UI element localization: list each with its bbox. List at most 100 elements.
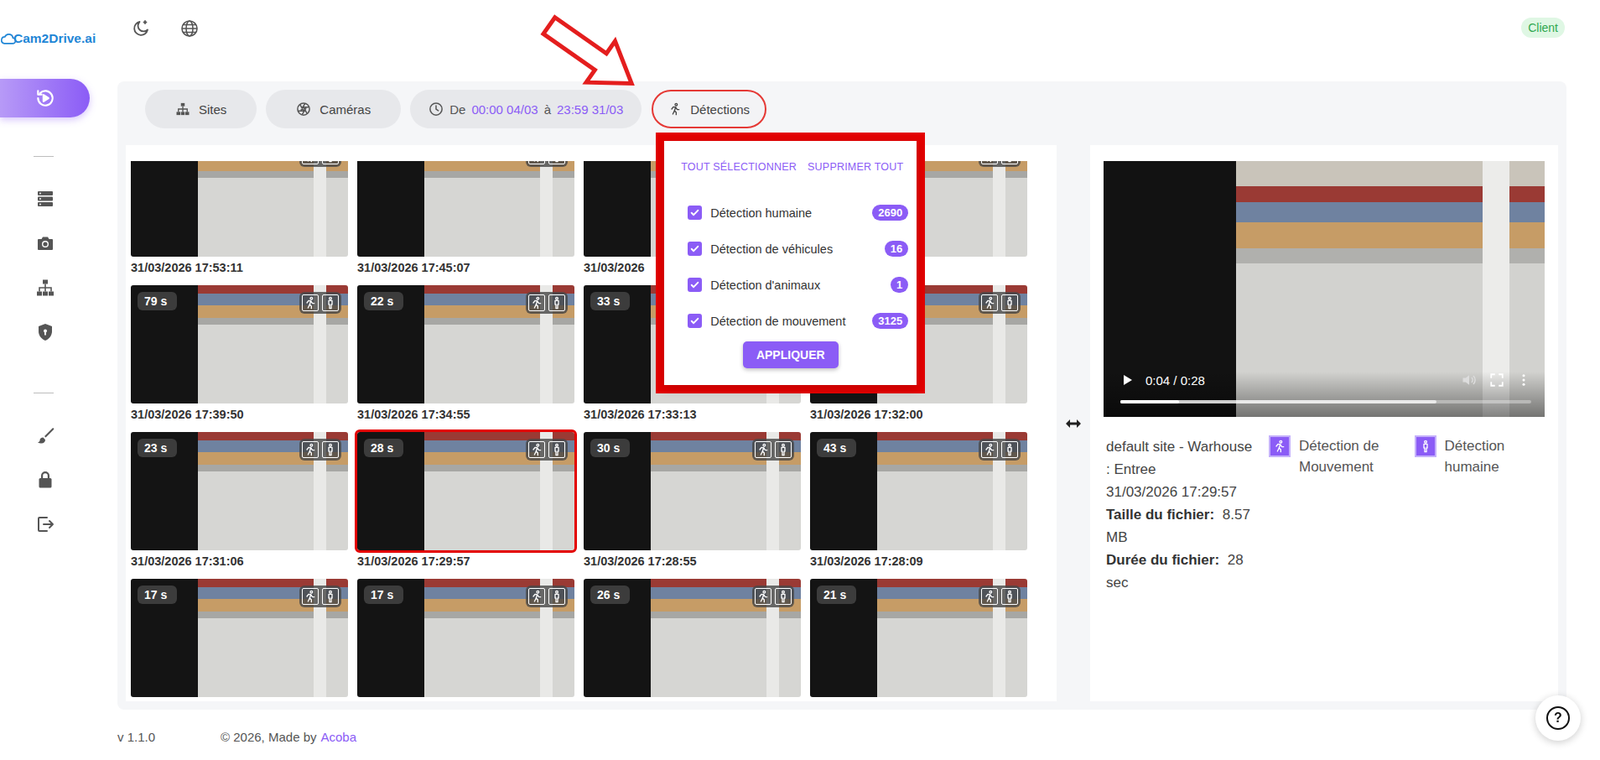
logo[interactable]: Cam2Drive.ai — [0, 20, 118, 47]
more-icon[interactable] — [1516, 372, 1532, 388]
detection-option[interactable]: Détection de véhicules 16 — [687, 230, 909, 267]
human-tag — [1001, 587, 1019, 605]
cameras-filter[interactable]: Caméras — [265, 89, 401, 129]
video-thumbnail[interactable]: 26 s — [583, 578, 801, 697]
detection-icons — [525, 585, 568, 608]
video-thumbnail[interactable]: 21 s — [810, 578, 1028, 697]
checkbox[interactable] — [687, 313, 702, 328]
running-person-icon — [756, 589, 770, 603]
info-column: default site - Warhouse : Entree 31/03/2… — [1106, 435, 1254, 594]
sidebar-item[interactable] — [0, 78, 90, 118]
recording-tile[interactable]: 31/03/2026 17:53:11 — [130, 161, 349, 286]
video-thumbnail[interactable]: 79 s — [130, 285, 349, 404]
clear-all-button[interactable]: SUPPRIMER TOUT — [807, 161, 904, 173]
recording-tile[interactable]: 23 s 31/03/2026 17:31:06 — [130, 431, 349, 579]
motion-tag — [528, 441, 546, 458]
duration-badge: 33 s — [590, 291, 630, 311]
checkbox[interactable] — [687, 205, 702, 220]
detail-panel: 0:04 / 0:28 default site - Warhouse : En… — [1090, 145, 1559, 702]
recording-tile[interactable]: 30 s 31/03/2026 17:28:55 — [583, 431, 801, 579]
progress-played — [1120, 400, 1180, 404]
recording-time — [357, 696, 575, 699]
player-controls: 0:04 / 0:28 — [1103, 371, 1545, 417]
field-label: Durée du fichier: — [1106, 551, 1220, 568]
video-thumbnail[interactable] — [130, 161, 349, 257]
recording-tile[interactable]: 28 s 31/03/2026 17:29:57 — [357, 431, 575, 579]
recording-time: 31/03/2026 17:31:06 — [130, 550, 349, 579]
detections-menu-highlight: TOUT SÉLECTIONNER SUPPRIMER TOUT Détecti… — [655, 132, 925, 394]
checkbox[interactable] — [687, 277, 702, 292]
chip-label: Détections — [690, 102, 750, 117]
recording-tile[interactable]: 26 s — [583, 578, 801, 699]
check-icon — [689, 315, 701, 327]
sites-filter[interactable]: Sites — [145, 89, 257, 129]
sidebar-item[interactable] — [0, 501, 90, 546]
detection-option[interactable]: Détection humaine 2690 — [687, 194, 909, 231]
video-thumbnail[interactable]: 28 s — [357, 431, 575, 551]
company-link[interactable]: Acoba — [321, 729, 358, 744]
volume-icon[interactable] — [1460, 371, 1478, 389]
human-tag — [548, 294, 566, 312]
sidebar-item[interactable] — [0, 220, 90, 265]
recording-tile[interactable]: 31/03/2026 17:45:07 — [357, 161, 575, 286]
recordings-card: Sites Caméras De 00:00 04/03 à 23:59 31/… — [117, 81, 1567, 710]
lock-icon — [35, 469, 56, 490]
fullscreen-icon[interactable] — [1489, 372, 1505, 388]
video-thumbnail[interactable] — [357, 161, 575, 257]
video-thumbnail[interactable]: 30 s — [583, 431, 801, 551]
sidebar-item[interactable] — [0, 309, 90, 354]
recording-tile[interactable]: 21 s — [810, 578, 1028, 699]
detections-filter[interactable]: Détections — [651, 89, 767, 129]
top-bar: Cam2Drive.ai Client — [0, 0, 1600, 68]
theme-toggle[interactable] — [130, 18, 151, 39]
recording-tile[interactable]: 43 s 31/03/2026 17:28:09 — [810, 431, 1028, 579]
detection-icons — [752, 438, 795, 461]
motion-tag — [981, 587, 998, 605]
video-thumbnail[interactable]: 43 s — [810, 431, 1028, 551]
controls-row: 0:04 / 0:28 — [1120, 371, 1532, 389]
recording-tile[interactable]: 79 s 31/03/2026 17:39:50 — [130, 285, 349, 432]
sidebar-item[interactable] — [0, 264, 90, 310]
person-icon — [550, 442, 564, 457]
sidebar-item[interactable] — [0, 176, 90, 221]
language-button[interactable] — [179, 18, 200, 39]
select-all-button[interactable]: TOUT SÉLECTIONNER — [680, 161, 797, 173]
logout-icon — [35, 514, 56, 535]
resize-handle[interactable] — [1056, 145, 1091, 702]
recording-time: 31/03/2026 17:34:55 — [357, 403, 575, 432]
checkbox[interactable] — [687, 241, 702, 256]
period-filter[interactable]: De 00:00 04/03 à 23:59 31/03 — [410, 89, 642, 129]
motion-tag — [301, 441, 319, 458]
detection-tag: Détection de Mouvement — [1268, 435, 1400, 478]
detection-option[interactable]: Détection de mouvement 3125 — [687, 302, 909, 339]
video-thumbnail[interactable]: 22 s — [357, 285, 575, 404]
globe-icon — [179, 18, 200, 39]
person-icon — [550, 161, 564, 163]
person-icon — [550, 296, 564, 310]
shield-lock-icon — [35, 322, 56, 343]
progress-track[interactable] — [1120, 400, 1532, 404]
copyright-text: © 2026, Made by — [220, 729, 317, 744]
apply-button[interactable]: APPLIQUER — [742, 341, 839, 369]
sidebar-item[interactable] — [0, 412, 90, 458]
sidebar-item[interactable] — [0, 457, 90, 502]
play-icon[interactable] — [1120, 373, 1134, 387]
detection-icons — [978, 585, 1021, 608]
duration-badge: 26 s — [590, 585, 630, 604]
video-thumbnail[interactable]: 17 s — [357, 578, 575, 697]
detection-option[interactable]: Détection d'animaux 1 — [687, 266, 909, 303]
replay-icon — [34, 87, 57, 110]
recording-tile[interactable]: 22 s 31/03/2026 17:34:55 — [357, 285, 575, 432]
content: Sites Caméras De 00:00 04/03 à 23:59 31/… — [0, 67, 1600, 744]
person-icon — [323, 296, 338, 310]
recording-tile[interactable]: 17 s — [130, 578, 349, 699]
video-thumbnail[interactable]: 17 s — [130, 578, 349, 697]
video-player[interactable]: 0:04 / 0:28 — [1103, 161, 1545, 417]
video-thumbnail[interactable]: 23 s — [130, 431, 349, 551]
duration-badge: 30 s — [590, 438, 630, 458]
help-button[interactable]: ? — [1535, 695, 1581, 741]
person-icon — [323, 161, 338, 163]
duration-badge: 79 s — [137, 291, 177, 311]
person-icon — [776, 589, 790, 603]
recording-tile[interactable]: 17 s — [357, 578, 575, 699]
